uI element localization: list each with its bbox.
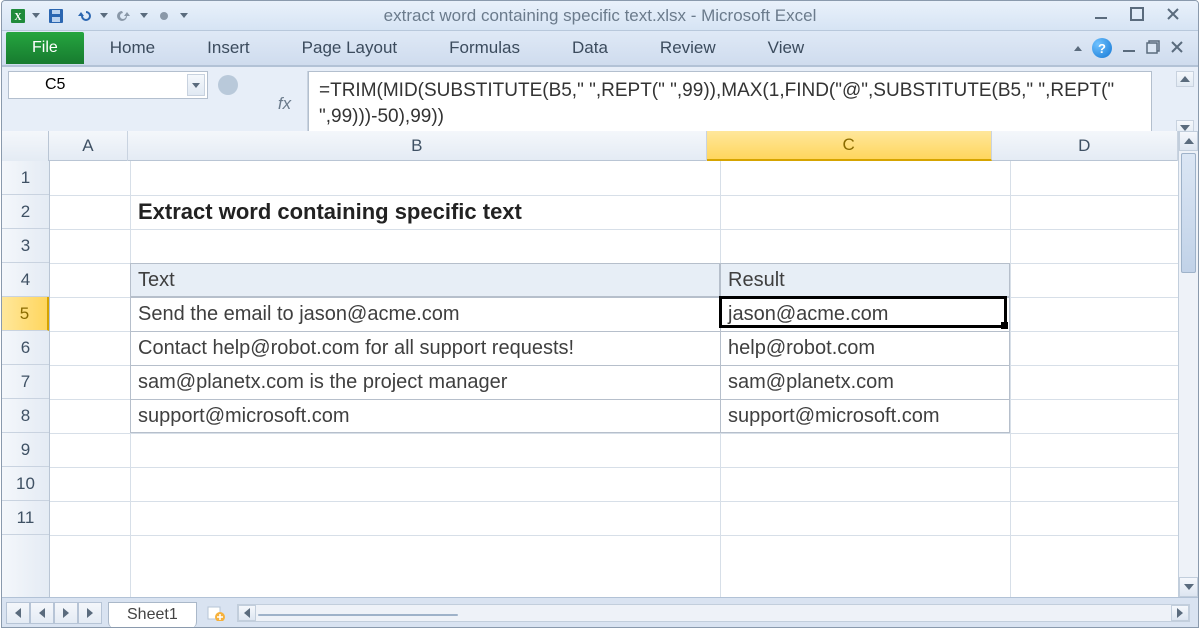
sheet-tab-active[interactable]: Sheet1 [108,602,197,628]
worksheet[interactable]: A B C D 1234567891011 Extract word conta… [2,131,1178,597]
redo-button[interactable] [112,5,136,27]
col-header-B[interactable]: B [128,131,707,161]
col-header-A[interactable]: A [49,131,128,161]
row-header-4[interactable]: 4 [2,263,49,297]
name-box-dropdown[interactable] [187,74,205,96]
sheet-nav-arrows [2,602,102,624]
column-headers: A B C D [2,131,1178,161]
cell-B5[interactable]: Send the email to jason@acme.com [130,297,468,331]
qat-customize-button[interactable] [152,5,176,27]
select-all-corner[interactable] [2,131,49,161]
workbook-close-button[interactable] [1170,40,1184,57]
first-sheet-button[interactable] [6,602,30,624]
scroll-left-button[interactable] [238,605,256,621]
minimize-button[interactable] [1090,7,1112,25]
excel-logo-icon: X [8,6,28,26]
prev-sheet-button[interactable] [30,602,54,624]
svg-text:X: X [14,12,22,23]
cell-C5[interactable]: jason@acme.com [720,297,896,331]
row-header-11[interactable]: 11 [2,501,49,535]
last-sheet-button[interactable] [78,602,102,624]
tab-formulas[interactable]: Formulas [423,30,546,66]
row-headers: 1234567891011 [2,161,50,597]
ribbon-tabs: File Home Insert Page Layout Formulas Da… [2,31,1198,67]
cell-B8[interactable]: support@microsoft.com [130,399,357,433]
vertical-scrollbar[interactable] [1178,131,1198,597]
row-header-2[interactable]: 2 [2,195,49,229]
window-controls [1090,7,1198,25]
cell-B4[interactable]: Text [130,263,183,297]
row-header-9[interactable]: 9 [2,433,49,467]
save-button[interactable] [44,5,68,27]
tab-review[interactable]: Review [634,30,742,66]
next-sheet-button[interactable] [54,602,78,624]
tab-data[interactable]: Data [546,30,634,66]
horizontal-scroll-thumb[interactable] [258,614,458,616]
name-box[interactable]: C5 [8,71,208,99]
tab-pagelayout[interactable]: Page Layout [276,30,423,66]
cell-C6[interactable]: help@robot.com [720,331,883,365]
row-header-1[interactable]: 1 [2,161,49,195]
cell-C4[interactable]: Result [720,263,793,297]
redo-dropdown-icon[interactable] [140,13,148,18]
workbook-minimize-button[interactable] [1122,40,1136,57]
cell-C7[interactable]: sam@planetx.com [720,365,902,399]
scroll-right-button[interactable] [1171,605,1189,621]
row-header-3[interactable]: 3 [2,229,49,263]
workbook-restore-button[interactable] [1146,40,1160,57]
cancel-formula-icon[interactable] [218,75,238,95]
horizontal-scrollbar[interactable] [237,604,1190,622]
close-button[interactable] [1162,7,1184,25]
formula-input[interactable]: =TRIM(MID(SUBSTITUTE(B5," ",REPT(" ",99)… [308,71,1152,136]
cell-C8[interactable]: support@microsoft.com [720,399,947,433]
cells-grid[interactable]: Extract word containing specific text Tex… [50,161,1178,597]
row-header-10[interactable]: 10 [2,467,49,501]
ribbon-minimize-icon[interactable] [1074,46,1082,51]
col-header-C[interactable]: C [707,131,992,161]
file-tab[interactable]: File [6,32,84,64]
ribbon-right-controls: ? [1074,38,1198,58]
new-sheet-button[interactable] [203,602,229,624]
help-button[interactable]: ? [1092,38,1112,58]
formula-bar-collapse[interactable] [1176,71,1194,87]
row-header-6[interactable]: 6 [2,331,49,365]
col-header-D[interactable]: D [992,131,1179,161]
titlebar: X extract word containing specific text.… [2,1,1198,31]
row-header-8[interactable]: 8 [2,399,49,433]
fx-button[interactable]: fx [262,71,308,136]
vertical-scroll-thumb[interactable] [1181,153,1196,273]
cell-B6[interactable]: Contact help@robot.com for all support r… [130,331,582,365]
app-menu-dropdown-icon[interactable] [32,13,40,18]
vertical-scroll-track[interactable] [1179,151,1198,577]
excel-window: X extract word containing specific text.… [1,0,1199,628]
maximize-button[interactable] [1126,7,1148,25]
scroll-down-button[interactable] [1179,577,1198,597]
row-header-5[interactable]: 5 [2,297,49,331]
undo-dropdown-icon[interactable] [100,13,108,18]
cell-B2[interactable]: Extract word containing specific text [130,195,530,229]
cell-B7[interactable]: sam@planetx.com is the project manager [130,365,515,399]
tab-view[interactable]: View [742,30,831,66]
scroll-up-button[interactable] [1179,131,1198,151]
row-header-7[interactable]: 7 [2,365,49,399]
tab-home[interactable]: Home [84,30,181,66]
qat-dropdown-icon[interactable] [180,13,188,18]
tab-insert[interactable]: Insert [181,30,276,66]
sheet-tab-strip: Sheet1 [2,597,1198,627]
name-box-value: C5 [45,76,65,94]
undo-button[interactable] [72,5,96,27]
quick-access-toolbar: X [2,5,188,27]
worksheet-area: A B C D 1234567891011 Extract word conta… [2,131,1198,597]
